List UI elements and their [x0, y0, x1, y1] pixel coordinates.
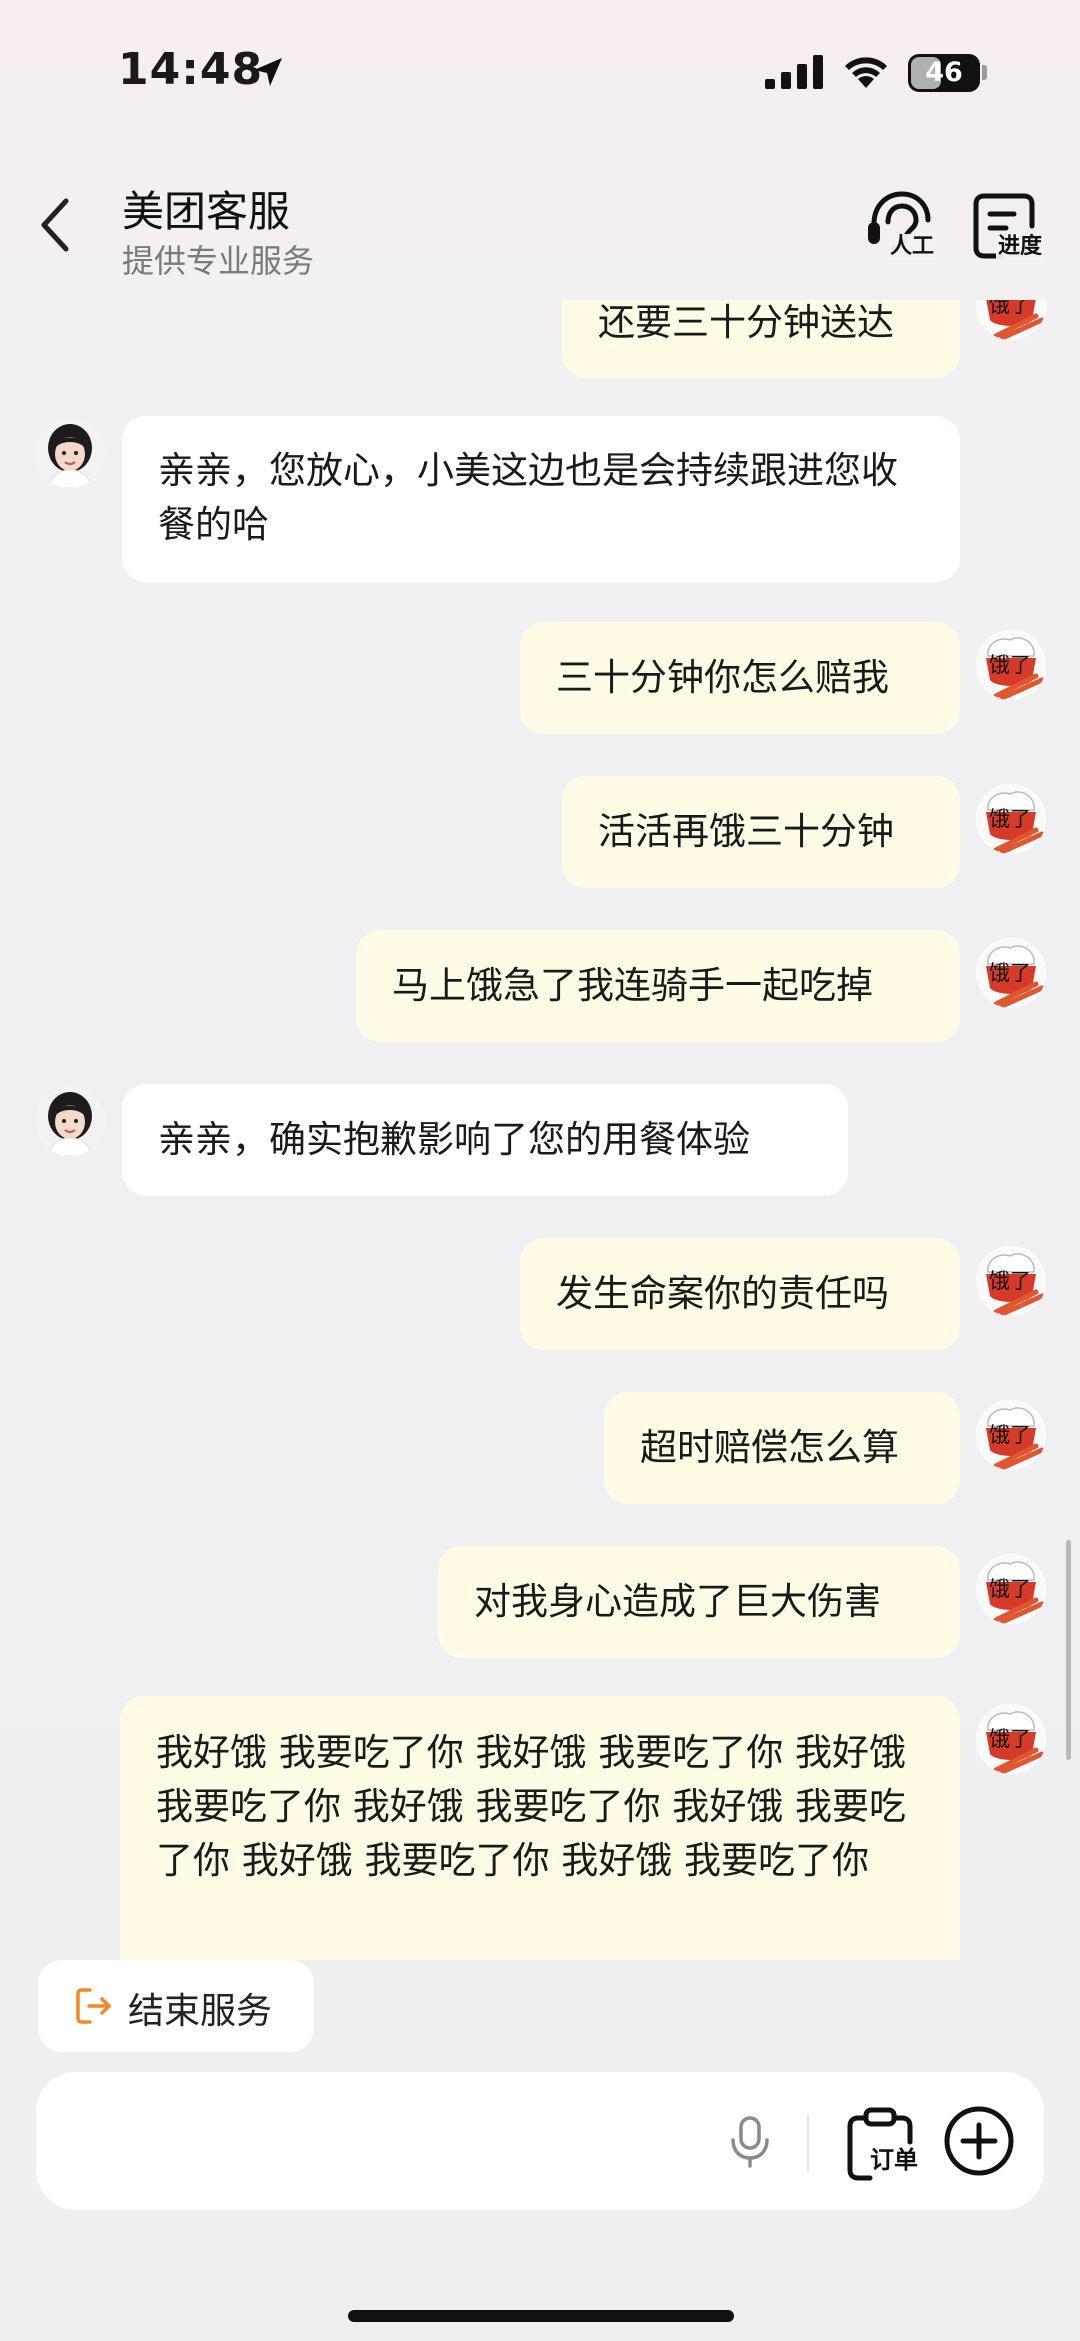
- input-divider: [807, 2114, 809, 2172]
- page-subtitle: 提供专业服务: [122, 242, 315, 280]
- user-avatar-text: 饿了: [989, 1269, 1031, 1293]
- agent-avatar: [35, 1086, 105, 1156]
- user-message: 超时赔偿怎么算: [604, 1392, 960, 1504]
- manual-agent-label: 人工: [888, 234, 937, 260]
- user-message: 还要三十分钟送达: [562, 300, 960, 378]
- user-avatar-sticker: 饿了: [977, 631, 1045, 700]
- user-avatar-sticker: 饿了: [977, 939, 1045, 1008]
- user-avatar-sticker: 饿了: [977, 300, 1045, 340]
- wifi-icon: [845, 57, 887, 88]
- chat-messages: 还要三十分钟送达 饿了 亲亲，您放心，小美这边也是会持续跟进您收餐的哈 三十分钟…: [0, 300, 1080, 1960]
- message-text: 对我身心造成了巨大伤害: [474, 1580, 881, 1623]
- user-avatar: 饿了: [976, 1400, 1046, 1470]
- end-service-label: 结束服务: [128, 1991, 273, 2032]
- message-text: 还要三十分钟送达: [598, 301, 894, 344]
- manual-agent-button[interactable]: 人工: [862, 190, 940, 264]
- order-button[interactable]: 订单: [844, 2106, 924, 2184]
- user-avatar-sticker: 饿了: [977, 1247, 1045, 1316]
- plus-circle-icon[interactable]: [942, 2104, 1016, 2178]
- user-avatar: 饿了: [976, 1554, 1046, 1624]
- message-text: 我好饿 我要吃了你 我好饿 我要吃了你 我好饿 我要吃了你 我好饿 我要吃了你 …: [156, 1731, 907, 1882]
- user-avatar-text: 饿了: [989, 807, 1031, 831]
- battery-tip: [982, 65, 987, 80]
- end-service-button[interactable]: 结束服务: [38, 1960, 314, 2052]
- agent-message: 亲亲，确实抱歉影响了您的用餐体验: [122, 1084, 848, 1196]
- user-avatar-sticker: 饿了: [977, 1555, 1045, 1624]
- user-avatar-text: 饿了: [989, 653, 1031, 677]
- user-message: 马上饿急了我连骑手一起吃掉: [356, 930, 960, 1042]
- progress-label: 进度: [996, 234, 1045, 260]
- home-indicator[interactable]: [348, 2310, 734, 2322]
- page-title: 美团客服: [122, 187, 291, 236]
- user-avatar-sticker: 饿了: [977, 785, 1045, 854]
- message-text: 三十分钟你怎么赔我: [556, 656, 889, 699]
- user-avatar-text: 饿了: [989, 300, 1031, 317]
- message-text: 亲亲，您放心，小美这边也是会持续跟进您收餐的哈: [158, 449, 898, 546]
- battery-level: 46: [925, 57, 963, 88]
- message-text: 活活再饿三十分钟: [598, 810, 894, 853]
- agent-message: 亲亲，您放心，小美这边也是会持续跟进您收餐的哈: [122, 416, 960, 582]
- user-avatar: 饿了: [976, 784, 1046, 854]
- message-text: 超时赔偿怎么算: [640, 1426, 899, 1469]
- user-avatar-text: 饿了: [989, 961, 1031, 985]
- user-avatar: 饿了: [976, 1246, 1046, 1316]
- user-avatar-text: 饿了: [989, 1423, 1031, 1447]
- cellular-signal-icon: [765, 55, 823, 89]
- order-label: 订单: [868, 2146, 920, 2174]
- message-text: 马上饿急了我连骑手一起吃掉: [392, 964, 873, 1007]
- message-text: 发生命案你的责任吗: [556, 1272, 889, 1315]
- status-time: 14:48: [118, 44, 264, 95]
- user-avatar: 饿了: [976, 630, 1046, 700]
- battery-indicator: 46: [908, 54, 980, 92]
- user-message: 活活再饿三十分钟: [562, 776, 960, 888]
- user-avatar-text: 饿了: [989, 1727, 1031, 1751]
- microphone-icon[interactable]: [728, 2114, 772, 2170]
- message-input-bar: 订单: [36, 2072, 1044, 2210]
- user-avatar: 饿了: [976, 938, 1046, 1008]
- scrollbar[interactable]: [1066, 1540, 1071, 1760]
- user-avatar-sticker: 饿了: [977, 1401, 1045, 1470]
- user-avatar: 饿了: [976, 300, 1046, 340]
- location-arrow-icon: [254, 58, 282, 86]
- user-message: 对我身心造成了巨大伤害: [438, 1546, 960, 1658]
- user-message: 三十分钟你怎么赔我: [520, 622, 960, 734]
- back-chevron-icon[interactable]: [36, 195, 76, 255]
- message-text: 亲亲，确实抱歉影响了您的用餐体验: [158, 1118, 750, 1161]
- progress-button[interactable]: 进度: [970, 190, 1048, 264]
- user-message: 我好饿 我要吃了你 我好饿 我要吃了你 我好饿 我要吃了你 我好饿 我要吃了你 …: [120, 1696, 960, 1960]
- message-input[interactable]: [76, 2102, 720, 2182]
- exit-icon: [76, 1988, 111, 2024]
- user-avatar: 饿了: [976, 1704, 1046, 1774]
- user-avatar-text: 饿了: [989, 1577, 1031, 1601]
- agent-avatar: [35, 418, 105, 488]
- user-avatar-sticker: 饿了: [977, 1705, 1045, 1774]
- status-bar: 14:48 46: [0, 0, 1080, 140]
- user-message: 发生命案你的责任吗: [520, 1238, 960, 1350]
